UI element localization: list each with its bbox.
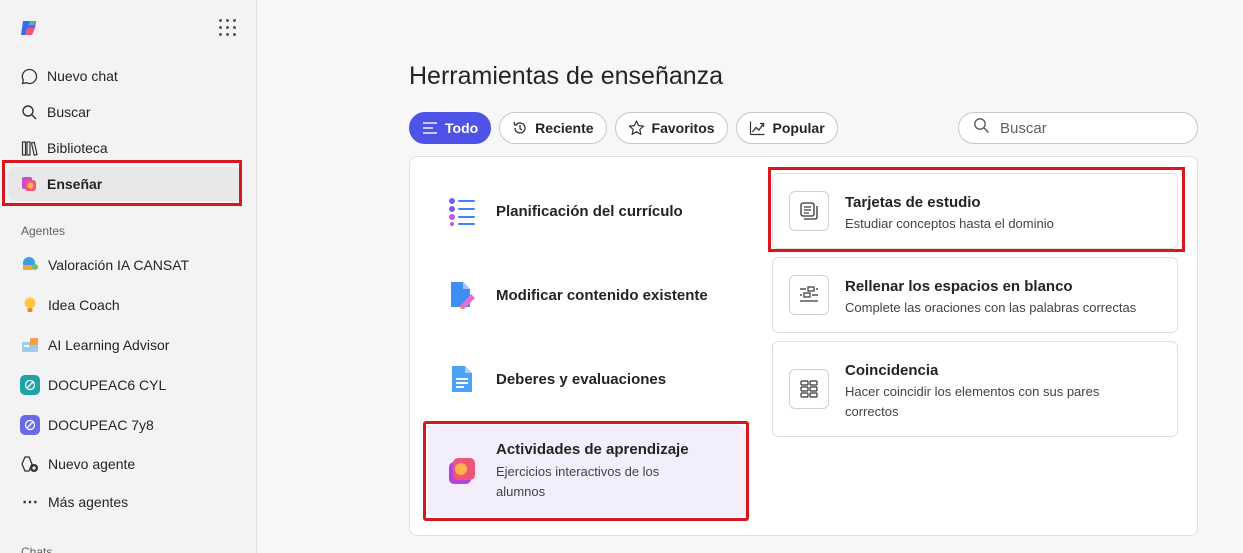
category-homework-assessments[interactable]: Deberes y evaluaciones <box>428 344 746 414</box>
filter-label: Reciente <box>535 120 594 136</box>
chats-section-label: Chats <box>21 545 53 553</box>
search-box[interactable] <box>958 112 1198 144</box>
category-title: Deberes y evaluaciones <box>496 370 667 388</box>
agent-label: AI Learning Advisor <box>48 337 170 353</box>
highlight-box-teach <box>2 160 242 206</box>
document-icon <box>446 363 478 395</box>
tool-title: Rellenar los espacios en blanco <box>845 278 1073 295</box>
page-title: Herramientas de enseñanza <box>409 62 724 90</box>
tool-description: Hacer coincidir los elementos con sus pa… <box>845 384 1100 419</box>
agent-idea-coach[interactable]: Idea Coach <box>8 288 240 322</box>
filter-popular-chip[interactable]: Popular <box>735 112 838 144</box>
filter-chips: Todo Reciente Favoritos Popular <box>409 112 838 144</box>
filter-all-chip[interactable]: Todo <box>409 112 492 144</box>
copilot-logo-icon[interactable] <box>19 18 39 38</box>
library-icon <box>20 139 38 157</box>
star-icon <box>628 120 645 136</box>
filter-favorites-chip[interactable]: Favoritos <box>614 112 728 144</box>
tool-matching[interactable]: Coincidencia Hacer coincidir los element… <box>772 341 1178 437</box>
agent-label: DOCUPEAC6 CYL <box>48 377 167 393</box>
list-lines-icon <box>422 121 438 135</box>
lightbulb-icon <box>20 295 40 315</box>
category-modify-content[interactable]: Modificar contenido existente <box>428 260 746 330</box>
new-agent-icon <box>20 454 40 474</box>
agent-valoracion-ia-cansat[interactable]: Valoración IA CANSAT <box>8 248 240 282</box>
docupeac-agent-icon <box>20 375 40 395</box>
search-icon <box>973 117 990 139</box>
nav-search-label: Buscar <box>47 104 91 120</box>
filter-label: Popular <box>772 120 825 136</box>
fill-blanks-icon <box>789 275 829 315</box>
agent-more-agents[interactable]: ⋯ Más agentes <box>8 485 240 519</box>
agent-label: Idea Coach <box>48 297 120 313</box>
agent-label: DOCUPEAC 7y8 <box>48 417 154 433</box>
search-icon <box>20 103 38 121</box>
highlight-box-flashcards <box>768 167 1185 252</box>
history-icon <box>512 120 528 136</box>
matching-grid-icon <box>789 369 829 409</box>
more-dots-icon: ⋯ <box>22 494 38 511</box>
highlight-box-learning-activities <box>423 421 749 521</box>
tool-fill-in-the-blanks[interactable]: Rellenar los espacios en blanco Complete… <box>772 257 1178 333</box>
tool-description: Complete las oraciones con las palabras … <box>845 300 1137 315</box>
filter-recent-chip[interactable]: Reciente <box>499 112 607 144</box>
category-curriculum-planning[interactable]: Planificación del currículo <box>428 176 746 246</box>
agent-docupeac-7y8[interactable]: DOCUPEAC 7y8 <box>8 408 240 442</box>
category-title: Planificación del currículo <box>496 202 683 220</box>
nav-search[interactable]: Buscar <box>8 95 240 129</box>
docupeac-agent-icon <box>20 415 40 435</box>
agent-docupeac6-cyl[interactable]: DOCUPEAC6 CYL <box>8 368 240 402</box>
edit-document-icon <box>446 279 478 311</box>
agent-label: Nuevo agente <box>48 456 136 472</box>
category-title: Modificar contenido existente <box>496 286 708 304</box>
filter-label: Favoritos <box>651 120 715 136</box>
nav-new-chat-label: Nuevo chat <box>47 68 118 84</box>
filter-label: Todo <box>445 120 479 136</box>
agent-label: Valoración IA CANSAT <box>48 257 190 273</box>
tool-title: Coincidencia <box>845 362 939 379</box>
search-input[interactable] <box>1000 119 1180 137</box>
advisor-agent-icon <box>20 335 40 355</box>
agents-section-label: Agentes <box>21 224 66 238</box>
agent-new-agent[interactable]: Nuevo agente <box>8 447 240 481</box>
trending-chart-icon <box>749 120 766 136</box>
nav-new-chat[interactable]: Nuevo chat <box>8 59 240 93</box>
apps-grid-icon[interactable] <box>219 19 237 37</box>
chat-bubble-icon <box>20 67 38 85</box>
agent-label: Más agentes <box>48 494 129 510</box>
agent-ai-learning-advisor[interactable]: AI Learning Advisor <box>8 328 240 362</box>
cansat-agent-icon <box>20 255 40 275</box>
checklist-icon <box>446 195 478 227</box>
nav-library-label: Biblioteca <box>47 140 108 156</box>
